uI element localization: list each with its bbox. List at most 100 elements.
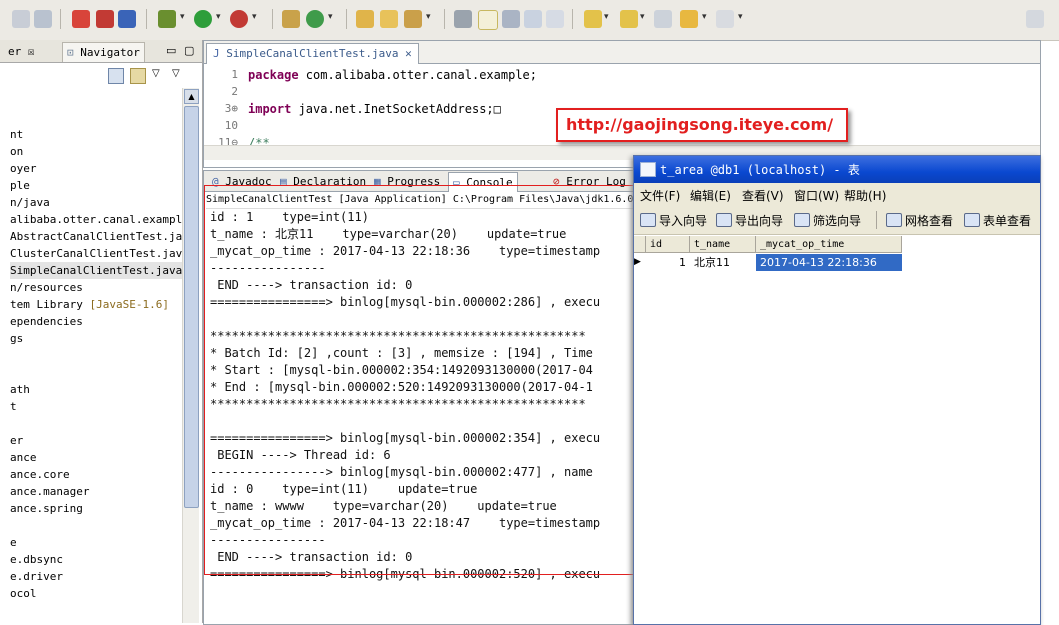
tree-item[interactable]: SimpleCanalClientTest.java [10, 262, 182, 279]
tree-item[interactable] [10, 415, 182, 432]
grid-cell[interactable]: 1 [646, 254, 690, 271]
chevron-down-icon[interactable]: ▾ [604, 12, 609, 22]
tree-item[interactable]: ance.core [10, 466, 182, 483]
toolbar-button[interactable]: 导出向导 [716, 212, 783, 229]
tab-navigator[interactable]: ⊡ Navigator [62, 42, 145, 62]
highlight-icon[interactable] [478, 10, 498, 30]
tree-item[interactable]: ance.manager [10, 483, 182, 500]
column-header[interactable]: id [646, 236, 690, 253]
print-icon[interactable] [34, 10, 52, 28]
tab-simple-canal-client-test[interactable]: J SimpleCanalClientTest.java ✕ [206, 43, 419, 64]
link-editor-icon[interactable] [130, 68, 146, 84]
tree-item[interactable]: ath [10, 381, 182, 398]
bug-icon[interactable] [96, 10, 114, 28]
title-bar[interactable]: t_area @db1 (localhost) - 表 [634, 156, 1040, 183]
last-edit-icon[interactable] [654, 10, 672, 28]
column-header[interactable]: _mycat_op_time [756, 236, 902, 253]
chevron-down-icon[interactable]: ▾ [426, 12, 431, 22]
tree-item[interactable] [10, 347, 182, 364]
tree-item[interactable]: e.dbsync [10, 551, 182, 568]
tree-item[interactable]: oyer [10, 160, 182, 177]
tree-item-label: ath [10, 383, 30, 396]
copy-icon[interactable] [12, 10, 30, 28]
console-process-label: SimpleCanalClientTest [Java Application]… [206, 192, 638, 209]
chevron-down-icon[interactable]: ▾ [738, 12, 743, 22]
menu-item[interactable]: 编辑(E) [690, 187, 731, 204]
next-icon[interactable] [502, 10, 520, 28]
tree-item[interactable]: n/resources [10, 279, 182, 296]
new-package-icon[interactable] [282, 10, 300, 28]
console-output[interactable]: id : 1 type=int(11) t_name : 北京11 type=va… [210, 209, 638, 589]
chevron-down-icon[interactable]: ▾ [216, 12, 221, 22]
close-icon[interactable]: ☒ [28, 45, 35, 58]
tab-console[interactable]: ▭ Console [448, 172, 518, 192]
bug-debug-icon[interactable] [158, 10, 176, 28]
back-icon[interactable] [680, 10, 698, 28]
left-scrollbar[interactable]: ▲ [182, 88, 199, 623]
tree-item[interactable]: AbstractCanalClientTest.java [10, 228, 182, 245]
tab-package-explorer[interactable]: er ☒ [4, 42, 39, 61]
open-type-icon[interactable] [356, 10, 374, 28]
chevron-down-icon[interactable]: ▾ [180, 12, 185, 22]
toolbar-button[interactable]: 导入向导 [640, 212, 707, 229]
search-icon[interactable] [404, 10, 422, 28]
view-menu-icon[interactable]: ▽ [152, 68, 160, 79]
tree-item[interactable]: gs [10, 330, 182, 347]
open-folder-icon[interactable] [380, 10, 398, 28]
new-class-icon[interactable] [306, 10, 324, 28]
prev-annotation-icon[interactable] [620, 10, 638, 28]
view-options-icon[interactable]: ▽ [172, 68, 180, 79]
tree-item[interactable]: nt [10, 126, 182, 143]
show-whitespace-icon[interactable] [524, 10, 542, 28]
close-icon[interactable]: ✕ [405, 47, 412, 60]
scroll-thumb[interactable] [184, 106, 199, 508]
menu-item[interactable]: 帮助(H) [844, 187, 886, 204]
menu-item[interactable]: 窗口(W) [794, 187, 839, 204]
maximize-icon[interactable] [1026, 10, 1044, 28]
toolbar-button[interactable]: 筛选向导 [794, 212, 861, 229]
tree-item[interactable]: ance [10, 449, 182, 466]
skip-breakpoints-icon[interactable] [72, 10, 90, 28]
run-icon[interactable] [194, 10, 212, 28]
minimize-icon[interactable]: ▭ [166, 44, 176, 57]
grid-cell[interactable]: 北京11 [690, 254, 756, 271]
chevron-down-icon[interactable]: ▾ [640, 12, 645, 22]
chevron-down-icon[interactable]: ▾ [252, 12, 257, 22]
column-header[interactable]: t_name [690, 236, 756, 253]
tree-item[interactable]: alibaba.otter.canal.example [10, 211, 182, 228]
scroll-up-icon[interactable]: ▲ [184, 89, 199, 104]
tree-item[interactable]: ocol [10, 585, 182, 602]
tab-javadoc[interactable]: @ Javadoc [208, 172, 276, 191]
tree-item[interactable]: t [10, 398, 182, 415]
tree-item[interactable] [10, 364, 182, 381]
forward-icon[interactable] [716, 10, 734, 28]
tab-error-log[interactable]: ⊘ Error Log [549, 172, 630, 191]
tree-item[interactable]: ClusterCanalClientTest.java [10, 245, 182, 262]
tree-item[interactable]: ance.spring [10, 500, 182, 517]
chevron-down-icon[interactable]: ▾ [328, 12, 333, 22]
tree-item[interactable]: on [10, 143, 182, 160]
tab-declaration[interactable]: ▤ Declaration [276, 172, 370, 191]
debug-icon[interactable] [118, 10, 136, 28]
menu-item[interactable]: 文件(F) [640, 187, 680, 204]
tree-item[interactable]: er [10, 432, 182, 449]
toggle-mark-icon[interactable] [454, 10, 472, 28]
tree-item[interactable]: e.driver [10, 568, 182, 585]
tree-item[interactable] [10, 517, 182, 534]
maximize-icon[interactable]: ▢ [184, 44, 194, 57]
tree-item[interactable]: ple [10, 177, 182, 194]
grid-cell[interactable]: 2017-04-13 22:18:36 [756, 254, 902, 271]
chevron-down-icon[interactable]: ▾ [702, 12, 707, 22]
run-external-icon[interactable] [230, 10, 248, 28]
next-annotation-icon[interactable] [584, 10, 602, 28]
tree-item[interactable]: ependencies [10, 313, 182, 330]
tab-progress[interactable]: ▦ Progress [370, 172, 444, 191]
menu-item[interactable]: 查看(V) [742, 187, 784, 204]
tree-item[interactable]: e [10, 534, 182, 551]
toolbar-button[interactable]: 网格查看 [886, 212, 953, 229]
toolbar-button[interactable]: 表单查看 [964, 212, 1031, 229]
paragraph-icon[interactable] [546, 10, 564, 28]
tree-item[interactable]: n/java [10, 194, 182, 211]
collapse-all-icon[interactable] [108, 68, 124, 84]
tree-item[interactable]: tem Library [JavaSE-1.6] [10, 296, 182, 313]
